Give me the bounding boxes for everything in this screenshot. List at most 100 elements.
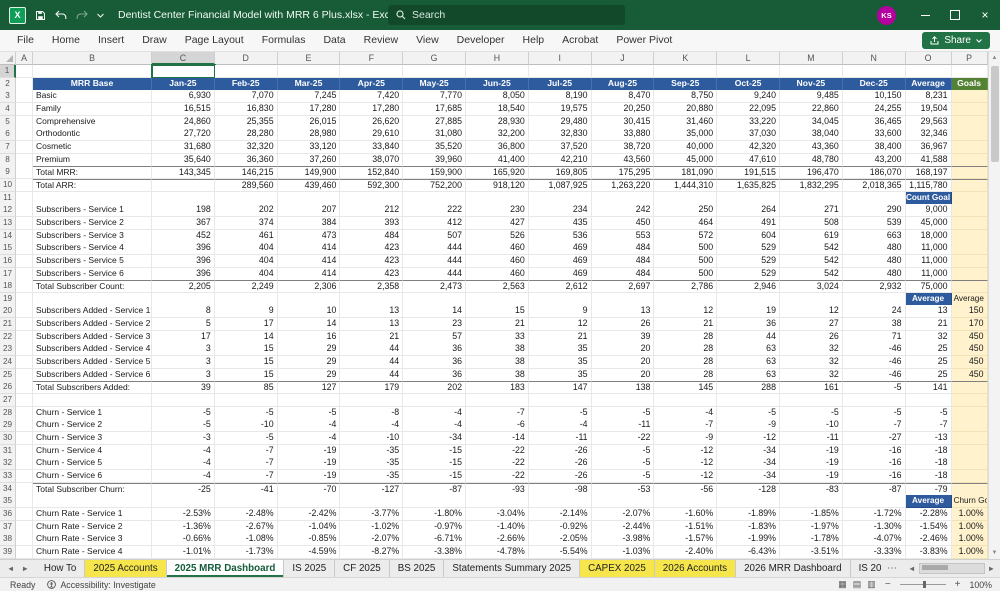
cell[interactable] bbox=[951, 470, 988, 483]
row-header-24[interactable]: 24 bbox=[0, 356, 16, 370]
row-header-5[interactable]: 5 bbox=[0, 115, 16, 129]
cell[interactable]: Average bbox=[905, 77, 952, 91]
cell[interactable] bbox=[654, 292, 718, 306]
cell[interactable] bbox=[951, 128, 988, 142]
cell[interactable]: 450 bbox=[951, 330, 988, 344]
cell[interactable]: 450 bbox=[591, 216, 655, 230]
cell[interactable]: -15 bbox=[403, 444, 466, 458]
cell[interactable]: -1.72% bbox=[842, 507, 906, 521]
cell[interactable] bbox=[951, 444, 988, 458]
cell[interactable]: 8 bbox=[152, 305, 215, 319]
cell[interactable]: 423 bbox=[340, 267, 404, 281]
cell[interactable]: Churn - Service 4 bbox=[33, 444, 152, 458]
cell[interactable]: 36,800 bbox=[465, 140, 529, 154]
cell[interactable]: -53 bbox=[591, 482, 655, 496]
cell[interactable]: MRR Base bbox=[33, 77, 152, 91]
cell[interactable]: 25,355 bbox=[214, 115, 278, 129]
cell[interactable]: 21 bbox=[340, 330, 404, 344]
cell[interactable]: 234 bbox=[528, 204, 592, 218]
cell[interactable]: 33,600 bbox=[842, 128, 906, 142]
cell[interactable]: 202 bbox=[403, 381, 466, 395]
ribbon-tab-data[interactable]: Data bbox=[314, 30, 354, 51]
cell[interactable]: 37,520 bbox=[528, 140, 592, 154]
cell[interactable]: 414 bbox=[277, 267, 341, 281]
cell[interactable]: 9,485 bbox=[779, 90, 843, 104]
cell[interactable]: 47,610 bbox=[717, 153, 780, 167]
ribbon-tab-page-layout[interactable]: Page Layout bbox=[176, 30, 253, 51]
column-header-d[interactable]: D bbox=[214, 52, 278, 65]
zoom-slider[interactable] bbox=[899, 581, 946, 588]
cell[interactable]: Churn - Service 6 bbox=[33, 470, 152, 483]
cell[interactable] bbox=[16, 368, 33, 382]
cell[interactable]: 553 bbox=[591, 229, 655, 243]
cell[interactable]: -2.40% bbox=[654, 545, 718, 559]
cell[interactable]: Churn Rate - Service 3 bbox=[33, 533, 152, 547]
cell[interactable] bbox=[340, 191, 404, 205]
cell[interactable]: 14 bbox=[277, 318, 341, 332]
cell[interactable] bbox=[16, 140, 33, 154]
cell[interactable]: -2.05% bbox=[528, 533, 592, 547]
cell[interactable]: -2.48% bbox=[214, 507, 278, 521]
cell[interactable]: -10 bbox=[214, 419, 278, 433]
cell[interactable]: 435 bbox=[528, 216, 592, 230]
cell[interactable]: -2.53% bbox=[152, 507, 215, 521]
cell[interactable]: 35 bbox=[528, 356, 592, 370]
cell[interactable] bbox=[465, 495, 529, 509]
cell[interactable]: -98 bbox=[528, 482, 592, 496]
cell[interactable]: -2.14% bbox=[528, 507, 592, 521]
cell[interactable]: 32 bbox=[779, 343, 843, 357]
cell[interactable] bbox=[214, 394, 278, 408]
cell[interactable]: Comprehensive bbox=[33, 115, 152, 129]
cell[interactable]: -0.85% bbox=[277, 533, 341, 547]
cell[interactable]: -5 bbox=[591, 444, 655, 458]
cell[interactable]: 17 bbox=[214, 318, 278, 332]
cell[interactable]: -1.80% bbox=[403, 507, 466, 521]
save-button[interactable] bbox=[35, 10, 46, 21]
scroll-down-arrow[interactable]: ▼ bbox=[989, 547, 1000, 559]
cell[interactable]: -10 bbox=[779, 419, 843, 433]
cell[interactable]: 38 bbox=[465, 368, 529, 382]
cell[interactable] bbox=[340, 495, 404, 509]
cell[interactable] bbox=[951, 280, 988, 294]
cell[interactable]: Subscribers Added - Service 6 bbox=[33, 368, 152, 382]
cell[interactable]: 5 bbox=[152, 318, 215, 332]
cell[interactable]: 572 bbox=[654, 229, 718, 243]
cell[interactable]: Aug-25 bbox=[591, 77, 655, 91]
more-sheets-button[interactable]: ⋯ bbox=[881, 560, 903, 577]
cell[interactable]: 29 bbox=[277, 368, 341, 382]
cell[interactable]: -22 bbox=[465, 444, 529, 458]
cell[interactable]: 33,120 bbox=[277, 140, 341, 154]
cell[interactable]: 37,260 bbox=[277, 153, 341, 167]
cell[interactable]: 461 bbox=[214, 229, 278, 243]
cell[interactable]: Jan-25 bbox=[152, 77, 215, 91]
cell[interactable]: 18,540 bbox=[465, 102, 529, 116]
cell[interactable]: May-25 bbox=[403, 77, 466, 91]
cell[interactable]: -26 bbox=[528, 470, 592, 483]
cell[interactable]: -9 bbox=[717, 419, 780, 433]
cell[interactable]: 414 bbox=[277, 242, 341, 256]
cell[interactable]: Subscribers Added - Service 5 bbox=[33, 356, 152, 370]
cell[interactable]: 20,250 bbox=[591, 102, 655, 116]
cell[interactable]: 542 bbox=[779, 254, 843, 268]
cell[interactable]: 24 bbox=[842, 305, 906, 319]
cell[interactable]: 8,470 bbox=[591, 90, 655, 104]
cell[interactable]: -4 bbox=[152, 444, 215, 458]
cell[interactable]: -5 bbox=[717, 406, 780, 420]
cell[interactable]: 491 bbox=[717, 216, 780, 230]
row-header-35[interactable]: 35 bbox=[0, 495, 16, 509]
ribbon-tab-draw[interactable]: Draw bbox=[133, 30, 176, 51]
cell[interactable] bbox=[779, 65, 843, 78]
cell[interactable]: 181,090 bbox=[654, 166, 718, 180]
cell[interactable]: 2,786 bbox=[654, 280, 718, 294]
cell[interactable]: -1.36% bbox=[152, 520, 215, 534]
row-header-39[interactable]: 39 bbox=[0, 545, 16, 559]
cell[interactable]: Churn Rate - Service 1 bbox=[33, 507, 152, 521]
cell[interactable]: 288 bbox=[717, 381, 780, 395]
cell[interactable] bbox=[16, 65, 33, 78]
cell[interactable]: -5 bbox=[528, 406, 592, 420]
cell[interactable]: 1,635,825 bbox=[717, 178, 780, 192]
cell[interactable]: 17,280 bbox=[340, 102, 404, 116]
cell[interactable]: 29 bbox=[277, 343, 341, 357]
column-header-k[interactable]: K bbox=[654, 52, 718, 65]
cell[interactable]: 444 bbox=[403, 242, 466, 256]
